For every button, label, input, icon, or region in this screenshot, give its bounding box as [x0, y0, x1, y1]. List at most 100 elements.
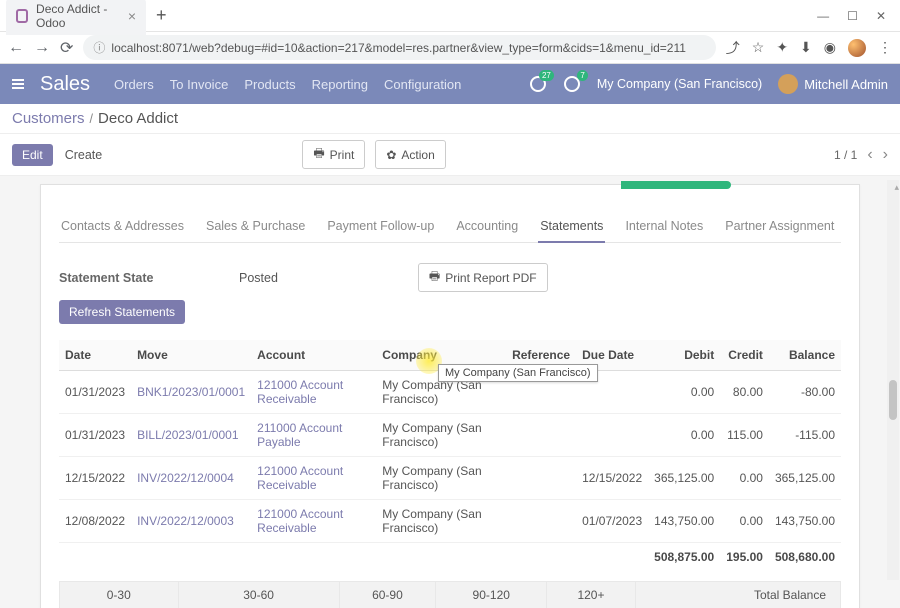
edit-button[interactable]: Edit — [12, 144, 53, 166]
col-move[interactable]: Move — [131, 340, 251, 371]
browser-tab-strip: Deco Addict - Odoo × + ― ☐ ✕ — [0, 0, 900, 32]
aging-h-30-60: 30-60 — [178, 582, 339, 608]
activity-indicator[interactable]: 27 — [529, 75, 547, 93]
notebook-tabs: Contacts & Addresses Sales & Purchase Pa… — [59, 211, 841, 243]
back-icon[interactable]: ← — [8, 39, 24, 57]
account-link[interactable]: 121000 Account Receivable — [251, 457, 376, 500]
control-panel: Edit Create 🖶 Print ✿ Action 1 / 1 ‹ › — [0, 134, 900, 176]
odoo-favicon — [16, 9, 28, 23]
aging-h-120p: 120+ — [547, 582, 635, 608]
total-balance: 508,680.00 — [769, 543, 841, 572]
company-tooltip: My Company (San Francisco) — [438, 364, 598, 382]
nav-to-invoice[interactable]: To Invoice — [170, 77, 229, 92]
window-minimize-icon[interactable]: ― — [817, 9, 829, 23]
pager-next-icon[interactable]: › — [883, 146, 888, 164]
tab-statements[interactable]: Statements — [538, 211, 605, 243]
aging-h-90-120: 90-120 — [436, 582, 547, 608]
nav-reporting[interactable]: Reporting — [312, 77, 368, 92]
form-sheet: Contacts & Addresses Sales & Purchase Pa… — [40, 184, 860, 608]
move-link[interactable]: INV/2022/12/0003 — [131, 500, 251, 543]
scroll-up-icon[interactable]: ▴ — [894, 182, 899, 193]
module-name[interactable]: Sales — [40, 73, 90, 96]
forward-icon[interactable]: → — [34, 39, 50, 57]
extensions-icon[interactable]: ✦ — [776, 39, 788, 56]
move-link[interactable]: BILL/2023/01/0001 — [131, 414, 251, 457]
avatar — [778, 74, 798, 94]
tab-internal-notes[interactable]: Internal Notes — [623, 211, 705, 242]
form-view: Contacts & Addresses Sales & Purchase Pa… — [0, 176, 900, 608]
total-credit: 195.00 — [720, 543, 769, 572]
user-menu[interactable]: Mitchell Admin — [778, 74, 888, 94]
user-name: Mitchell Admin — [804, 77, 888, 92]
site-info-icon[interactable]: ⓘ — [93, 39, 105, 56]
breadcrumb: Customers / Deco Addict — [0, 104, 900, 134]
browser-tab[interactable]: Deco Addict - Odoo × — [6, 0, 146, 35]
address-bar[interactable]: ⓘ localhost:8071/web?debug=#id=10&action… — [83, 35, 715, 60]
print-icon: 🖶 — [313, 144, 324, 165]
company-switcher[interactable]: My Company (San Francisco) — [597, 77, 762, 91]
print-report-pdf-button[interactable]: 🖶 Print Report PDF — [418, 263, 548, 292]
col-account[interactable]: Account — [251, 340, 376, 371]
action-button[interactable]: ✿ Action — [375, 140, 445, 169]
download-icon[interactable]: ⬇ — [800, 39, 812, 56]
window-maximize-icon[interactable]: ☐ — [847, 9, 858, 23]
table-row[interactable]: 01/31/2023BILL/2023/01/0001211000 Accoun… — [59, 414, 841, 457]
scrollbar-thumb[interactable] — [889, 380, 897, 420]
account-link[interactable]: 121000 Account Receivable — [251, 371, 376, 414]
nav-configuration[interactable]: Configuration — [384, 77, 461, 92]
pager-text: 1 / 1 — [834, 148, 857, 162]
tab-payment-followup[interactable]: Payment Follow-up — [325, 211, 436, 242]
url-text: localhost:8071/web?debug=#id=10&action=2… — [111, 41, 686, 55]
apps-menu-icon[interactable] — [12, 79, 24, 89]
move-link[interactable]: INV/2022/12/0004 — [131, 457, 251, 500]
messaging-indicator[interactable]: 7 — [563, 75, 581, 93]
close-icon[interactable]: × — [128, 8, 136, 24]
aging-table: 0-30 30-60 60-90 90-120 120+ Total Balan… — [59, 581, 841, 608]
aging-h-60-90: 60-90 — [339, 582, 435, 608]
reload-icon[interactable]: ⟳ — [60, 38, 73, 58]
breadcrumb-sep: / — [90, 112, 93, 126]
status-bar — [621, 181, 731, 189]
account-link[interactable]: 121000 Account Receivable — [251, 500, 376, 543]
kebab-menu-icon[interactable]: ⋮ — [878, 39, 892, 56]
tab-contacts[interactable]: Contacts & Addresses — [59, 211, 186, 242]
nav-products[interactable]: Products — [244, 77, 295, 92]
table-row[interactable]: 12/08/2022INV/2022/12/0003121000 Account… — [59, 500, 841, 543]
window-close-icon[interactable]: ✕ — [876, 9, 886, 23]
pager: 1 / 1 ‹ › — [834, 146, 888, 164]
print-button[interactable]: 🖶 Print — [302, 140, 365, 169]
aging-h-total: Total Balance — [635, 582, 840, 608]
statement-state-label: Statement State — [59, 271, 239, 285]
profile-icon[interactable]: ◉ — [824, 39, 836, 56]
breadcrumb-current: Deco Addict — [98, 110, 178, 127]
print-icon: 🖶 — [429, 267, 440, 288]
gear-icon: ✿ — [386, 148, 396, 162]
vertical-scrollbar[interactable] — [887, 180, 899, 580]
col-debit[interactable]: Debit — [648, 340, 720, 371]
col-balance[interactable]: Balance — [769, 340, 841, 371]
aging-h-0-30: 0-30 — [60, 582, 179, 608]
move-link[interactable]: BNK1/2023/01/0001 — [131, 371, 251, 414]
col-date[interactable]: Date — [59, 340, 131, 371]
refresh-statements-button[interactable]: Refresh Statements — [59, 300, 185, 324]
user-avatar-icon[interactable] — [848, 39, 866, 57]
breadcrumb-root[interactable]: Customers — [12, 110, 85, 127]
bookmark-icon[interactable]: ☆ — [752, 39, 765, 56]
table-row[interactable]: 12/15/2022INV/2022/12/0004121000 Account… — [59, 457, 841, 500]
new-tab-button[interactable]: + — [156, 5, 167, 26]
pager-prev-icon[interactable]: ‹ — [867, 146, 872, 164]
col-credit[interactable]: Credit — [720, 340, 769, 371]
total-debit: 508,875.00 — [648, 543, 720, 572]
tab-accounting[interactable]: Accounting — [454, 211, 520, 242]
tab-partner-assignment[interactable]: Partner Assignment — [723, 211, 836, 242]
app-header: Sales Orders To Invoice Products Reporti… — [0, 64, 900, 104]
browser-toolbar: ← → ⟳ ⓘ localhost:8071/web?debug=#id=10&… — [0, 32, 900, 64]
account-link[interactable]: 211000 Account Payable — [251, 414, 376, 457]
tab-sales-purchase[interactable]: Sales & Purchase — [204, 211, 307, 242]
share-icon[interactable]: ⤴ — [726, 38, 740, 58]
statement-state-value: Posted — [239, 271, 278, 285]
create-button[interactable]: Create — [65, 148, 103, 162]
browser-tab-title: Deco Addict - Odoo — [36, 2, 120, 30]
table-total-row: 508,875.00 195.00 508,680.00 — [59, 543, 841, 572]
nav-orders[interactable]: Orders — [114, 77, 154, 92]
